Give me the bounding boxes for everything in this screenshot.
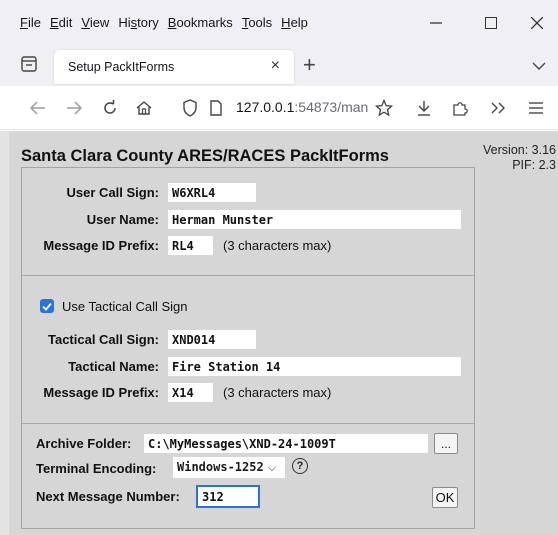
section-divider [22,423,474,424]
tab-title: Setup PackItForms [68,60,175,74]
version-number: Version: 3.16 [483,143,556,157]
overflow-menu-button[interactable] [484,94,512,122]
user-name-label: User Name: [86,212,159,227]
page-icon [210,100,222,116]
arrow-left-icon [30,101,45,115]
url-rest: :54873/man [294,99,368,115]
next-message-number-input[interactable]: 312 [196,485,260,508]
close-tab-icon[interactable]: × [271,57,280,75]
page-title: Santa Clara County ARES/RACES PackItForm… [21,147,389,165]
minimize-button[interactable] [413,0,459,46]
tactical-name-input[interactable]: Fire Station 14 [168,357,461,376]
extensions-button[interactable] [446,94,474,122]
menu-bar: File Edit View History Bookmarks Tools Help [0,0,558,46]
ok-button[interactable]: OK [432,487,458,508]
arrow-right-icon [67,101,82,115]
menu-item[interactable]: View [81,15,109,30]
use-tactical-label[interactable]: Use Tactical Call Sign [62,299,187,314]
tab-setup-packitforms[interactable]: Setup PackItForms × [54,50,294,84]
encoding-value: Windows-1252 [177,460,264,474]
menu-item[interactable]: Bookmarks [168,15,233,30]
downloads-button[interactable] [410,94,438,122]
list-all-tabs-button[interactable] [20,55,42,77]
tactical-call-sign-label: Tactical Call Sign: [47,332,159,347]
terminal-encoding-label: Terminal Encoding: [36,461,157,476]
star-icon [375,99,393,117]
browse-folder-button[interactable]: ... [434,433,458,454]
setup-form-panel: User Call Sign: W6XRL4 User Name: Herman… [21,167,475,529]
section-divider [22,275,474,276]
menu-list: File Edit View History Bookmarks Tools Help [20,15,317,30]
download-icon [418,101,430,116]
menu-item[interactable]: Help [281,15,308,30]
help-icon[interactable]: ? [292,458,308,474]
tactical-prefix-max-note: (3 characters max) [223,385,332,400]
checkmark-icon [42,302,52,311]
bookmark-button[interactable] [370,94,398,122]
menu-item[interactable]: Edit [50,15,72,30]
url-host: 127.0.0.1 [236,99,295,115]
tactical-prefix-input[interactable]: X14 [168,383,213,402]
use-tactical-checkbox[interactable] [40,299,54,313]
menu-item[interactable]: History [118,15,158,30]
menu-item[interactable]: Tools [242,15,272,30]
page-left-edge [0,131,9,535]
page-content: Santa Clara County ARES/RACES PackItForm… [9,131,558,535]
double-chevron-right-icon [491,102,505,114]
navigation-bar: 127.0.0.1:54873/man [0,86,558,130]
minimize-icon [430,22,442,24]
next-message-number-label: Next Message Number: [36,489,180,504]
close-icon [531,17,543,29]
tab-bar: Setup PackItForms × + [0,46,558,86]
hamburger-icon [529,102,543,114]
user-call-sign-input[interactable]: W6XRL4 [168,183,256,202]
user-name-input[interactable]: Herman Munster [168,210,461,229]
app-menu-button[interactable] [522,94,550,122]
new-tab-button[interactable]: + [303,52,316,78]
user-call-sign-label: User Call Sign: [66,185,159,200]
page-info-button[interactable] [202,94,230,122]
archive-folder-input[interactable]: C:\MyMessages\XND-24-1009T [144,434,428,453]
terminal-encoding-select[interactable]: Windows-1252 ⌵ [173,457,285,478]
message-id-prefix-input[interactable]: RL4 [168,236,213,255]
shield-icon [183,99,197,117]
address-bar[interactable]: 127.0.0.1:54873/man [236,99,368,115]
puzzle-icon [453,102,468,116]
tactical-call-sign-input[interactable]: XND014 [168,330,256,349]
reload-icon [104,100,116,114]
chevron-down-icon [532,62,546,70]
pif-version: PIF: 2.3 [512,158,556,172]
menu-item[interactable]: File [20,15,41,30]
maximize-button[interactable] [468,0,514,46]
tactical-prefix-label: Message ID Prefix: [43,385,159,400]
tab-list-icon [21,56,37,72]
prefix-max-note: (3 characters max) [223,238,332,253]
chevron-down-icon: ⌵ [267,461,277,474]
tracking-protection-button[interactable] [176,94,204,122]
home-button[interactable] [130,94,158,122]
tactical-name-label: Tactical Name: [68,359,159,374]
close-window-button[interactable] [514,0,558,46]
forward-button[interactable] [60,94,88,122]
back-button[interactable] [24,94,52,122]
home-icon [136,101,152,115]
tab-overflow-button[interactable] [532,58,546,76]
maximize-icon [485,17,497,29]
message-id-prefix-label: Message ID Prefix: [43,238,159,253]
archive-folder-label: Archive Folder: [36,436,132,451]
version-info: Version: 3.16 PIF: 2.3 [483,143,556,173]
reload-button[interactable] [96,94,124,122]
